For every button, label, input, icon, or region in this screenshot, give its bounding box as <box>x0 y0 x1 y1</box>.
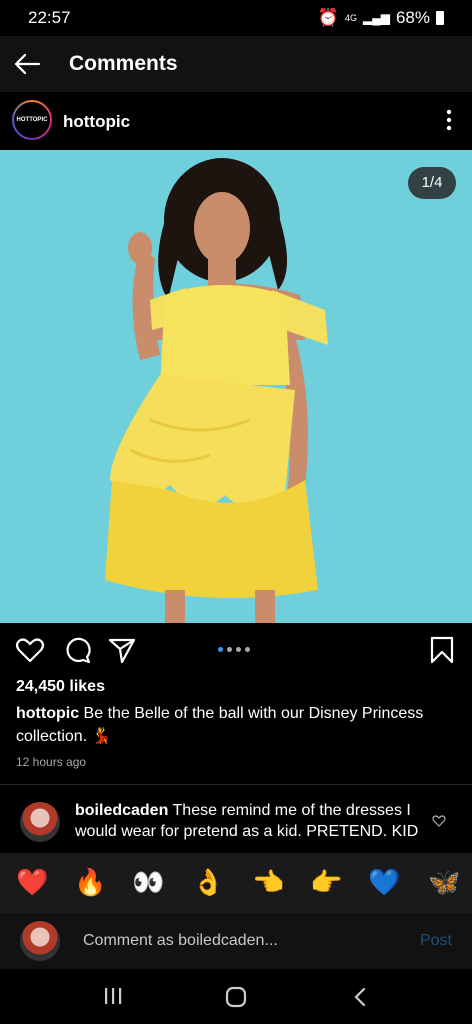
comment-username[interactable]: boiledcaden <box>75 802 168 819</box>
carousel-dot-active <box>218 647 223 652</box>
system-nav-bar <box>0 969 472 1024</box>
post-author-row: HOTTOPIC hottopic <box>0 92 472 150</box>
comment-input-bar: Comment as boiledcaden... Post <box>0 913 472 969</box>
commenter-avatar[interactable] <box>20 802 60 842</box>
reaction-ok-hand[interactable]: 👌 <box>192 867 224 897</box>
reaction-butterfly[interactable]: 🦋 <box>428 867 460 897</box>
quick-reactions-bar: ❤️ 🔥 👀 👌 👈 👉 💙 🦋 <box>0 853 472 913</box>
reaction-point-left[interactable]: 👈 <box>252 867 284 897</box>
reaction-blue-heart[interactable]: 💙 <box>368 867 400 897</box>
alarm-icon: ⏰ <box>317 8 339 27</box>
post-image[interactable]: 1/4 <box>0 150 472 623</box>
comment-like-icon[interactable] <box>432 814 446 828</box>
bookmark-icon[interactable] <box>428 635 456 665</box>
signal-icon: ▂▄▆ <box>363 11 390 25</box>
likes-count[interactable]: 24,450 likes <box>16 678 105 696</box>
network-label: 4G <box>344 13 357 23</box>
post-actions <box>0 623 472 675</box>
reaction-eyes[interactable]: 👀 <box>132 867 164 897</box>
post-button[interactable]: Post <box>420 932 452 950</box>
like-heart-icon[interactable] <box>15 635 45 665</box>
battery-label: 68% <box>395 8 430 27</box>
comment-input[interactable]: Comment as boiledcaden... <box>83 932 278 950</box>
carousel-dot <box>245 647 250 652</box>
back-nav-icon[interactable] <box>350 986 370 1008</box>
back-arrow-icon[interactable] <box>12 50 42 78</box>
app-header: Comments <box>0 36 472 92</box>
post-timestamp: 12 hours ago <box>16 755 87 769</box>
carousel-indicator <box>218 647 250 652</box>
status-icons: ⏰ 4G ▂▄▆ 68% <box>318 8 444 28</box>
page-title: Comments <box>69 52 178 75</box>
divider <box>0 784 472 785</box>
reaction-heart[interactable]: ❤️ <box>16 867 48 897</box>
comment-item: boiledcaden These remind me of the dress… <box>75 800 420 842</box>
battery-icon <box>436 11 444 25</box>
reaction-fire[interactable]: 🔥 <box>74 867 106 897</box>
caption-username[interactable]: hottopic <box>16 705 79 722</box>
post-caption: hottopic Be the Belle of the ball with o… <box>16 702 461 748</box>
recent-apps-icon[interactable] <box>103 986 123 1006</box>
author-name[interactable]: hottopic <box>63 112 130 132</box>
comment-bubble-icon[interactable] <box>62 635 92 665</box>
home-icon[interactable] <box>225 986 247 1008</box>
status-bar: 22:57 ⏰ 4G ▂▄▆ 68% <box>0 0 472 36</box>
author-avatar[interactable]: HOTTOPIC <box>14 102 50 138</box>
image-counter: 1/4 <box>408 167 456 199</box>
carousel-dot <box>236 647 241 652</box>
status-time: 22:57 <box>28 8 71 27</box>
more-options-icon[interactable] <box>446 108 452 132</box>
share-icon[interactable] <box>107 635 137 665</box>
model-illustration <box>105 158 328 623</box>
carousel-dot <box>227 647 232 652</box>
my-avatar <box>20 921 60 961</box>
reaction-point-right[interactable]: 👉 <box>310 867 342 897</box>
